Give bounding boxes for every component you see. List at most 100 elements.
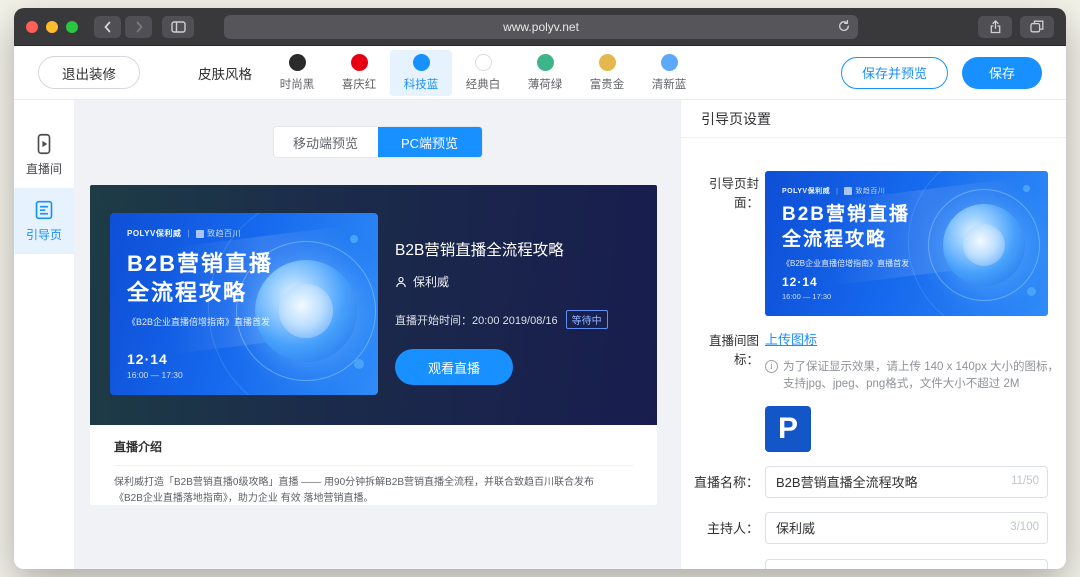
left-sidebar: 直播间 引导页 <box>14 100 75 569</box>
upload-hint-text: 为了保证显示效果，请上传 140 x 140px 大小的图标，支持jpg、jpe… <box>783 359 1063 394</box>
status-badge: 等待中 <box>566 310 608 329</box>
skin-option-red[interactable]: 喜庆红 <box>328 50 390 96</box>
light-blue-swatch <box>661 54 678 71</box>
forward-button[interactable] <box>125 16 152 38</box>
banner-date: 12·14 <box>127 351 361 367</box>
tab-pc-preview[interactable]: PC端预览 <box>378 127 482 157</box>
save-and-preview-button[interactable]: 保存并预览 <box>841 57 948 89</box>
banner-logos: POLYV保利威 | 致趋百川 <box>782 186 1031 196</box>
skin-swatch-group: 时尚黑 喜庆红 科技蓝 经典白 薄荷绿 富贵金 <box>266 50 700 96</box>
host-counter: 3/100 <box>1010 521 1039 533</box>
host-label: 主持人： <box>687 518 759 537</box>
partner-logo-icon <box>844 187 852 195</box>
start-time-label: 直播开始时间：20:00 2019/08/16 <box>395 312 558 328</box>
skin-option-black[interactable]: 时尚黑 <box>266 50 328 96</box>
live-room-icon <box>33 133 55 155</box>
info-icon: i <box>765 360 778 373</box>
url-text: www.polyv.net <box>503 20 579 34</box>
share-button[interactable] <box>978 16 1012 38</box>
browser-window: www.polyv.net 退出装修 皮肤风格 时尚黑 喜庆红 <box>14 8 1066 569</box>
sidebar-toggle-button[interactable] <box>162 16 194 38</box>
live-name-label: 直播名称： <box>687 472 759 491</box>
swatch-label: 薄荷绿 <box>528 76 563 92</box>
current-room-icon[interactable]: P <box>765 406 811 452</box>
settings-title: 引导页设置 <box>681 100 1066 138</box>
swatch-label: 富贵金 <box>590 76 625 92</box>
logo-separator: | <box>836 188 838 195</box>
partner-logo: 致趋百川 <box>855 186 885 196</box>
room-intro-editor[interactable]: 文件 编辑 视图 插入 格式 工具 表格 <box>765 559 1048 570</box>
blue-swatch <box>413 54 430 71</box>
white-swatch <box>475 54 492 71</box>
decoration-toolbar: 退出装修 皮肤风格 时尚黑 喜庆红 科技蓝 经典白 薄荷绿 <box>14 46 1066 100</box>
banner-subtitle: 《B2B企业直播倍增指南》直播首发 <box>782 258 1031 269</box>
skin-option-mint-green[interactable]: 薄荷绿 <box>514 50 576 96</box>
live-name-input[interactable] <box>765 466 1048 498</box>
editor-menu-tools[interactable]: 工具 <box>961 568 985 570</box>
polyv-logo: POLYV保利威 <box>782 186 830 196</box>
sidebar-item-label: 引导页 <box>26 226 62 243</box>
live-name-counter: 11/50 <box>1011 475 1039 487</box>
gold-swatch <box>599 54 616 71</box>
live-title: B2B营销直播全流程攻略 <box>395 238 640 260</box>
watch-live-button[interactable]: 观看直播 <box>395 349 513 385</box>
preview-device-tabs: 移动端预览 PC端预览 <box>274 127 482 157</box>
session-info: B2B营销直播全流程攻略 保利威 直播开始时间：20:00 2019/08/16… <box>395 238 640 385</box>
swatch-label: 喜庆红 <box>342 76 377 92</box>
host-name: 保利威 <box>413 273 449 290</box>
intro-text: 保利威打造「B2B营销直播0级攻略」直播 —— 用90分钟拆解B2B营销直播全流… <box>114 475 606 505</box>
partner-logo: 致趋百川 <box>207 228 241 239</box>
browser-chrome: www.polyv.net <box>14 8 1066 46</box>
guide-cover-thumbnail[interactable]: POLYV保利威 | 致趋百川 B2B营销直播 全流程攻略 《B2B企业直播倍增… <box>765 171 1048 316</box>
tabs-overview-button[interactable] <box>1020 16 1054 38</box>
skin-option-fresh-blue[interactable]: 清新蓝 <box>638 50 700 96</box>
banner-title-line1: B2B营销直播 <box>127 249 361 278</box>
close-window-button[interactable] <box>26 21 38 33</box>
editor-menu-file[interactable]: 文件 <box>776 568 800 570</box>
editor-menu-edit[interactable]: 编辑 <box>813 568 837 570</box>
tab-mobile-preview[interactable]: 移动端预览 <box>274 127 378 157</box>
sidebar-item-guide-page[interactable]: 引导页 <box>14 188 74 254</box>
exit-decoration-button[interactable]: 退出装修 <box>38 56 140 89</box>
skin-option-gold[interactable]: 富贵金 <box>576 50 638 96</box>
logo-separator: | <box>187 229 190 238</box>
banner-title-line1: B2B营销直播 <box>782 202 1031 227</box>
save-button[interactable]: 保存 <box>962 57 1042 89</box>
polyv-logo: POLYV保利威 <box>127 228 181 239</box>
pc-preview-card: POLYV保利威 | 致趋百川 B2B营销直播 全流程攻略 《B2B企业直播倍增… <box>90 185 657 505</box>
banner-time: 16:00 — 17:30 <box>127 370 361 380</box>
back-button[interactable] <box>94 16 121 38</box>
sidebar-item-live-room[interactable]: 直播间 <box>14 122 74 188</box>
person-icon <box>395 276 407 288</box>
partner-logo-icon <box>196 230 204 238</box>
swatch-label: 清新蓝 <box>652 76 687 92</box>
skin-option-tech-blue[interactable]: 科技蓝 <box>390 50 452 96</box>
reload-icon[interactable] <box>837 19 851 33</box>
traffic-lights <box>26 21 78 33</box>
live-cover-banner: POLYV保利威 | 致趋百川 B2B营销直播 全流程攻略 《B2B企业直播倍增… <box>110 213 378 395</box>
address-bar[interactable]: www.polyv.net <box>224 15 858 39</box>
upload-icon-link[interactable]: 上传图标 <box>765 332 817 347</box>
banner-date: 12·14 <box>782 275 1031 289</box>
zoom-window-button[interactable] <box>66 21 78 33</box>
editor-menu-format[interactable]: 格式 <box>924 568 948 570</box>
intro-heading: 直播介绍 <box>114 438 633 455</box>
divider <box>114 465 633 466</box>
minimize-window-button[interactable] <box>46 21 58 33</box>
preview-area: 移动端预览 PC端预览 POLYV保利威 <box>75 100 680 569</box>
cover-label: 引导页封面： <box>687 171 759 316</box>
red-swatch <box>351 54 368 71</box>
sidebar-item-label: 直播间 <box>26 160 62 177</box>
skin-option-white[interactable]: 经典白 <box>452 50 514 96</box>
host-input[interactable] <box>765 512 1048 544</box>
editor-menu-insert[interactable]: 插入 <box>887 568 911 570</box>
black-swatch <box>289 54 306 71</box>
banner-subtitle: 《B2B企业直播倍增指南》直播首发 <box>127 315 361 328</box>
guide-page-settings-panel: 引导页设置 引导页封面： POLYV保利威 | 致趋百川 <box>680 100 1066 569</box>
preview-hero-section: POLYV保利威 | 致趋百川 B2B营销直播 全流程攻略 《B2B企业直播倍增… <box>90 185 657 425</box>
banner-time: 16:00 — 17:30 <box>782 292 1031 301</box>
swatch-label: 科技蓝 <box>404 76 439 92</box>
editor-menu-view[interactable]: 视图 <box>850 568 874 570</box>
room-icon-label: 直播间图标： <box>687 329 759 452</box>
editor-menu-table[interactable]: 表格 <box>998 568 1022 570</box>
